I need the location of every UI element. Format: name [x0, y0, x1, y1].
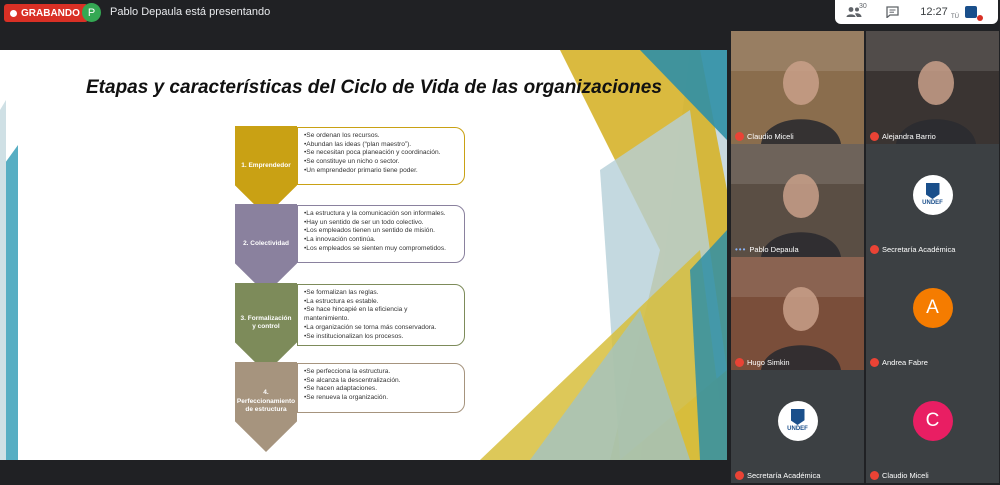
self-label: TÚ — [951, 14, 959, 20]
participant-avatar: A — [912, 287, 953, 328]
undef-logo: UNDEF — [912, 174, 953, 215]
participants-button[interactable]: 30 — [835, 3, 873, 18]
stage-description: •Se ordenan los recursos. •Abundan las id… — [297, 127, 465, 185]
participant-tile[interactable]: C Claudio Miceli — [866, 370, 999, 483]
stage-item: •La innovación continúa. — [304, 236, 376, 244]
stage-item: •Hay un sentido de ser un todo colectivo… — [304, 218, 424, 226]
stage-item: •Se institucionalizan los procesos. — [304, 332, 404, 340]
participant-name-tag: Andrea Fabre — [870, 358, 928, 367]
mic-off-icon — [977, 15, 983, 21]
video-feed — [731, 257, 864, 370]
slide-title: Etapas y características del Ciclo de Vi… — [86, 77, 662, 98]
shield-icon — [925, 183, 940, 199]
recording-label: GRABANDO — [21, 7, 80, 19]
stage-item: •Los empleados tienen un sentido de misi… — [304, 227, 435, 235]
stage-item: •Los empleados se sienten muy comprometi… — [304, 244, 446, 252]
stage-item: •Se necesitan poca planeación y coordina… — [304, 149, 441, 157]
participant-name: Secretaría Académica — [747, 471, 821, 480]
participant-tile[interactable]: A Andrea Fabre — [866, 257, 999, 370]
participant-name: Pablo Depaula — [749, 245, 799, 254]
mic-off-icon — [870, 132, 879, 141]
video-feed — [731, 31, 864, 144]
shield-icon — [790, 409, 805, 425]
mic-off-icon — [870, 471, 879, 480]
stage-description: •Se formalizan las reglas. •La estructura… — [297, 284, 465, 347]
meeting-controls: 30 12:27 TÚ — [835, 0, 998, 24]
participant-name-tag: Alejandra Barrio — [870, 132, 936, 141]
participant-tile[interactable]: Claudio Miceli — [731, 31, 864, 144]
video-feed — [866, 31, 999, 144]
participant-name: Alejandra Barrio — [882, 132, 936, 141]
stage-item: •Se hace hincapié en la eficiencia y — [304, 306, 408, 314]
chat-icon — [885, 6, 899, 18]
self-logo-icon — [965, 6, 977, 18]
participant-name-tag: Hugo Simkin — [735, 358, 790, 367]
self-view-thumbnail[interactable]: TÚ — [951, 2, 985, 22]
participant-tile[interactable]: UNDEF Secretaría Académica — [731, 370, 864, 483]
participant-avatar: C — [912, 400, 953, 441]
participant-name: Hugo Simkin — [747, 358, 790, 367]
stage-item: •Se ordenan los recursos. — [304, 132, 380, 139]
presentation-slide: Etapas y características del Ciclo de Vi… — [0, 50, 727, 460]
speaking-indicator-icon: ••• — [735, 245, 747, 254]
recording-badge[interactable]: GRABANDO — [4, 4, 88, 22]
participant-tile[interactable]: Hugo Simkin — [731, 257, 864, 370]
stage-item: •Abundan las ideas (“plan maestro”). — [304, 140, 412, 148]
participants-count: 30 — [859, 3, 867, 10]
stage-item: •Se hacen adaptaciones. — [304, 385, 378, 393]
participant-name-tag: Secretaría Académica — [870, 245, 955, 254]
participant-tile[interactable]: Alejandra Barrio — [866, 31, 999, 144]
mic-off-icon — [870, 245, 879, 254]
stage-description: •Se perfecciona la estructura. •Se alcanz… — [297, 363, 465, 413]
participant-name-tag: Claudio Miceli — [870, 471, 929, 480]
presenter-status: Pablo Depaula está presentando — [110, 6, 271, 18]
stage-item: •Un emprendedor primario tiene poder. — [304, 166, 418, 174]
participant-tile[interactable]: ••• Pablo Depaula — [731, 144, 864, 257]
recording-dot-icon — [10, 9, 17, 17]
top-bar: GRABANDO P Pablo Depaula está presentand… — [0, 0, 1000, 26]
participant-name-tag: Claudio Miceli — [735, 132, 794, 141]
stage-item: •La estructura es estable. — [304, 297, 379, 305]
logo-text: UNDEF — [787, 426, 808, 432]
participant-name: Claudio Miceli — [882, 471, 929, 480]
mic-off-icon — [735, 358, 744, 367]
undef-logo: UNDEF — [777, 400, 818, 441]
participant-name: Andrea Fabre — [882, 358, 928, 367]
logo-text: UNDEF — [922, 200, 943, 206]
mic-off-icon — [735, 132, 744, 141]
stage-item: mantenimiento. — [304, 315, 350, 323]
stage-item: •Se constituye un nicho o sector. — [304, 158, 400, 166]
mic-off-icon — [735, 471, 744, 480]
participant-name-tag: Secretaría Académica — [735, 471, 820, 480]
video-feed — [731, 144, 864, 257]
presenter-avatar: P — [82, 3, 101, 22]
chat-button[interactable] — [873, 6, 911, 18]
participant-tile[interactable]: UNDEF Secretaría Académica — [866, 144, 999, 257]
stage-item: •Se alcanza la descentralización. — [304, 376, 401, 384]
participant-name: Secretaría Académica — [882, 245, 956, 254]
stage-item: •Se perfecciona la estructura. — [304, 368, 391, 375]
stage-item: •Se renueva la organización. — [304, 394, 389, 402]
stage-item: •Se formalizan las reglas. — [304, 289, 379, 296]
stage-item: •La estructura y la comunicación son inf… — [304, 210, 446, 217]
stage-description: •La estructura y la comunicación son inf… — [297, 205, 465, 263]
participant-name-tag: ••• Pablo Depaula — [735, 245, 799, 254]
stage-item: •La organización se torna más conservado… — [304, 323, 437, 331]
participant-name: Claudio Miceli — [747, 132, 794, 141]
mic-off-icon — [870, 358, 879, 367]
